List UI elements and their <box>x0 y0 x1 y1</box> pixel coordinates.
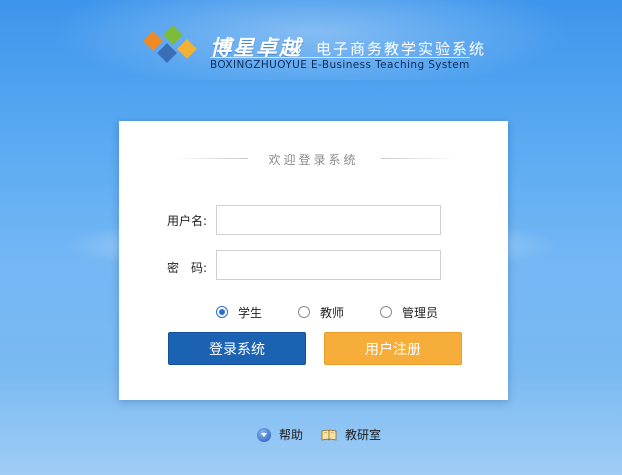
role-label: 管理员 <box>402 305 439 320</box>
welcome-title: 欢迎登录系统 <box>268 153 359 167</box>
role-radio-teacher[interactable]: 教师 <box>298 304 344 320</box>
role-label: 学生 <box>238 305 263 320</box>
footer-links: 帮助 教研室 <box>257 426 381 443</box>
logo-mark-icon <box>143 26 197 63</box>
radio-unselected-icon[interactable] <box>298 306 310 318</box>
brand-logo: 博星卓越 电子商务教学实验系统 BOXINGZHUOYUE E-Business… <box>140 26 500 78</box>
radio-unselected-icon[interactable] <box>380 306 392 318</box>
username-input[interactable] <box>216 205 441 235</box>
role-radio-student[interactable]: 学生 <box>216 304 262 320</box>
help-link[interactable]: 帮助 <box>279 426 303 443</box>
register-button[interactable]: 用户注册 <box>324 332 462 365</box>
username-label: 用户名: <box>167 214 208 228</box>
login-button[interactable]: 登录系统 <box>168 332 306 365</box>
password-label: 密 码: <box>167 261 208 275</box>
password-input[interactable] <box>216 250 441 280</box>
radio-selected-icon[interactable] <box>216 306 228 318</box>
brand-subtitle: 电子商务教学实验系统 <box>316 40 487 58</box>
lab-link[interactable]: 教研室 <box>345 426 381 443</box>
brand-english-name: BOXINGZHUOYUE E-Business Teaching System <box>210 59 470 71</box>
help-circle-icon[interactable] <box>257 427 271 442</box>
role-radio-admin[interactable]: 管理员 <box>380 304 438 320</box>
open-book-icon[interactable] <box>321 429 337 441</box>
divider-right <box>381 158 456 159</box>
login-panel: 欢迎登录系统 用户名: 密 码: 学生 教师 管理员 登录系统 用户注册 <box>119 121 508 400</box>
role-label: 教师 <box>320 305 345 320</box>
welcome-header: 欢迎登录系统 <box>119 151 508 167</box>
brand-divider <box>210 57 470 58</box>
